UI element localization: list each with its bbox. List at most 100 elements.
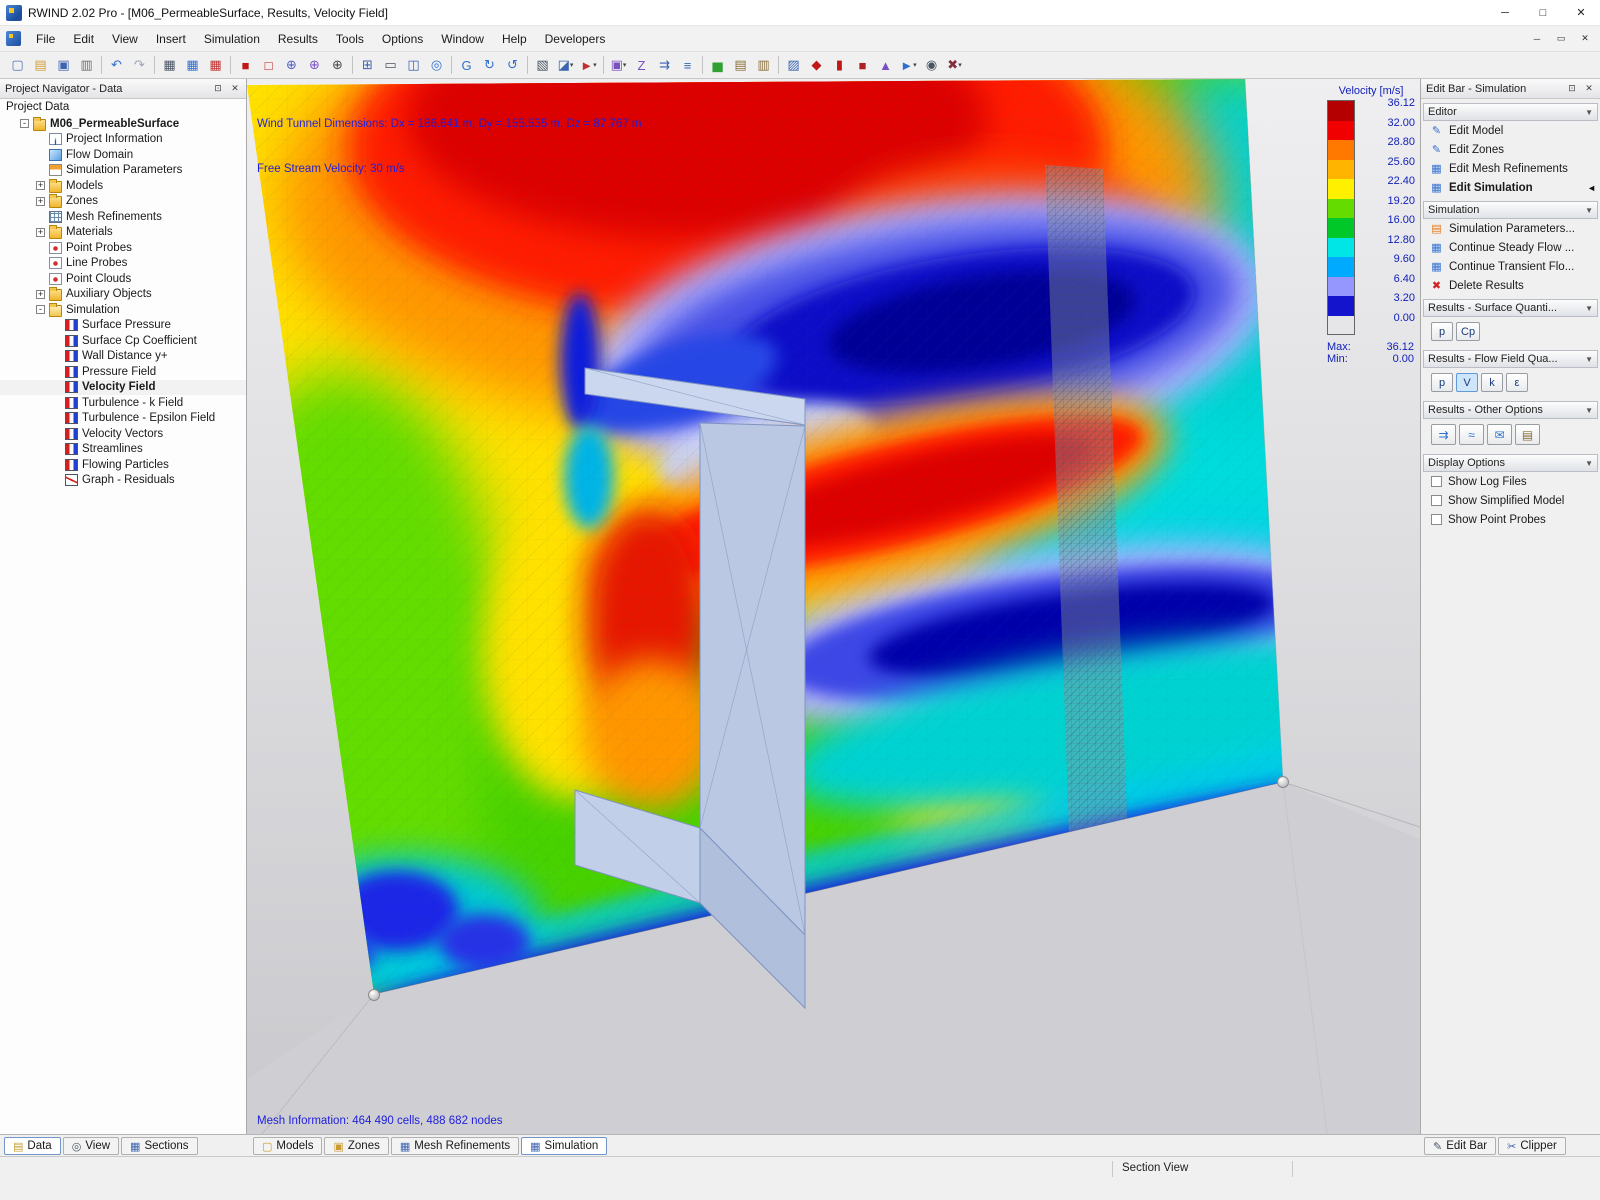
tree-item-pressure-field[interactable]: Pressure Field [0,364,246,380]
tree-item-surface-pressure[interactable]: Surface Pressure [0,318,246,334]
redo-icon[interactable]: ↷ [128,55,151,76]
section-plane-icon[interactable]: ◪▾ [554,55,577,76]
tab-simulation[interactable]: ▦Simulation [521,1137,607,1155]
render-solid-icon[interactable]: ■ [234,55,257,76]
flow-pressure-button[interactable]: p [1431,373,1453,392]
separator[interactable] [527,56,528,74]
render-wireframe-icon[interactable]: □ [257,55,280,76]
flow-direction-icon[interactable]: ⇉ [1431,424,1456,445]
editbar-item-edit-model[interactable]: ✎ Edit Model [1423,121,1598,140]
open-file-icon[interactable]: ▤ [29,55,52,76]
menu-window[interactable]: Window [432,28,493,50]
editbar-item-simulation-parameters[interactable]: ▤ Simulation Parameters... [1423,219,1598,238]
close-icon[interactable]: ✕ [227,81,243,96]
separator[interactable] [352,56,353,74]
clip-plane-icon[interactable]: ▧ [531,55,554,76]
tree-item-wall-distance-y[interactable]: Wall Distance y+ [0,349,246,365]
tree-item-simulation[interactable]: - Simulation [0,302,246,318]
editbar-item-edit-zones[interactable]: ✎ Edit Zones [1423,140,1598,159]
separator[interactable] [603,56,604,74]
mdi-close-icon[interactable]: ✕ [1573,29,1597,48]
editor-section-header[interactable]: Editor▼ [1423,103,1598,121]
separator[interactable] [154,56,155,74]
editbar-item-continue-transient-flo[interactable]: ▦ Continue Transient Flo... [1423,257,1598,276]
menu-results[interactable]: Results [269,28,327,50]
tree-item-turbulence-epsilon-field[interactable]: Turbulence - Epsilon Field [0,411,246,427]
tree-item-auxiliary-objects[interactable]: + Auxiliary Objects [0,287,246,303]
surface-pressure-button[interactable]: p [1431,322,1453,341]
menu-options[interactable]: Options [373,28,432,50]
render-viewport[interactable]: Wind Tunnel Dimensions: Dx = 186.641 m, … [247,79,1420,1134]
tree-item-flow-domain[interactable]: Flow Domain [0,147,246,163]
tree-toggle-icon[interactable]: + [36,290,45,299]
layers-icon[interactable]: ≡ [676,55,699,76]
tree-item-zones[interactable]: + Zones [0,194,246,210]
tree-item-flowing-particles[interactable]: Flowing Particles [0,457,246,473]
display-option-show-point-probes[interactable]: Show Point Probes [1423,510,1598,529]
results-flow-header[interactable]: Results - Flow Field Qua...▼ [1423,350,1598,368]
tree-item-streamlines[interactable]: Streamlines [0,442,246,458]
tree-item-project-information[interactable]: Project Information [0,132,246,148]
flow-epsilon-button[interactable]: ε [1506,373,1528,392]
menu-edit[interactable]: Edit [64,28,103,50]
settings-icon[interactable]: ◉ [920,55,943,76]
tree-root-project-data[interactable]: Project Data [0,99,246,115]
results-other-header[interactable]: Results - Other Options▼ [1423,401,1598,419]
separator[interactable] [702,56,703,74]
tab-edit-bar[interactable]: ✎Edit Bar [1424,1137,1496,1155]
rotate-view-icon[interactable]: ↻ [478,55,501,76]
separator[interactable] [230,56,231,74]
close-icon[interactable]: ✕ [1581,81,1597,96]
minimize-icon[interactable]: ─ [1486,0,1524,26]
tree-item-point-probes[interactable]: Point Probes [0,240,246,256]
wind-direction-x-icon[interactable]: ⊕ [280,55,303,76]
separator[interactable] [778,56,779,74]
display-option-show-log-files[interactable]: Show Log Files [1423,472,1598,491]
wind-direction-y-icon[interactable]: ⊕ [303,55,326,76]
checkbox[interactable] [1431,476,1442,487]
tab-sections[interactable]: ▦Sections [121,1137,198,1155]
generate-mesh-icon[interactable]: ▦ [181,55,204,76]
tree-toggle-icon[interactable]: + [36,181,45,190]
streamlines-icon[interactable]: ≈ [1459,424,1484,445]
zoom-extents-icon[interactable]: ◎ [425,55,448,76]
z-depth-icon[interactable]: Z [630,55,653,76]
pin-icon[interactable]: ⊡ [1564,81,1580,96]
chart-icon[interactable]: ▅ [706,55,729,76]
tree-item-velocity-vectors[interactable]: Velocity Vectors [0,426,246,442]
maximize-icon[interactable]: □ [1524,0,1562,26]
menu-view[interactable]: View [103,28,147,50]
section-handle-right[interactable] [1278,777,1289,788]
tree-item-mesh-refinements[interactable]: Mesh Refinements [0,209,246,225]
section-handle-left[interactable] [369,990,380,1001]
tree-item-models[interactable]: + Models [0,178,246,194]
tree-item-m06-permeablesurface[interactable]: - M06_PermeableSurface [0,116,246,132]
surface-cp-button[interactable]: Cp [1456,322,1480,341]
reset-view-icon[interactable]: ↺ [501,55,524,76]
results-surface-header[interactable]: Results - Surface Quanti...▼ [1423,299,1598,317]
new-file-icon[interactable]: ▢ [6,55,29,76]
mesh-table-icon[interactable]: ▦ [158,55,181,76]
tab-zones[interactable]: ▣Zones [324,1137,388,1155]
monitor-icon[interactable]: ▭ [379,55,402,76]
mdi-restore-icon[interactable]: ▭ [1549,29,1573,48]
tree-item-simulation-parameters[interactable]: Simulation Parameters [0,163,246,179]
tree-item-materials[interactable]: + Materials [0,225,246,241]
tools-icon[interactable]: ✖▾ [943,55,966,76]
wind-direction-z-icon[interactable]: ⊕ [326,55,349,76]
copy-results-icon[interactable]: ▤ [1515,424,1540,445]
marker-icon[interactable]: ▮ [828,55,851,76]
tab-models[interactable]: ▢Models [253,1137,322,1155]
undo-icon[interactable]: ↶ [105,55,128,76]
flow-velocity-button[interactable]: V [1456,373,1478,392]
save-icon[interactable]: ▣ [52,55,75,76]
checkbox[interactable] [1431,514,1442,525]
velocity-field-render[interactable] [247,79,1420,1134]
result-table-icon[interactable]: ⊞ [356,55,379,76]
tab-data[interactable]: ▤Data [4,1137,61,1155]
clipboard-icon[interactable]: ▥ [752,55,775,76]
tree-item-velocity-field[interactable]: Velocity Field [0,380,246,396]
gravity-icon[interactable]: G [455,55,478,76]
tree-item-turbulence-k-field[interactable]: Turbulence - k Field [0,395,246,411]
tree-item-line-probes[interactable]: Line Probes [0,256,246,272]
